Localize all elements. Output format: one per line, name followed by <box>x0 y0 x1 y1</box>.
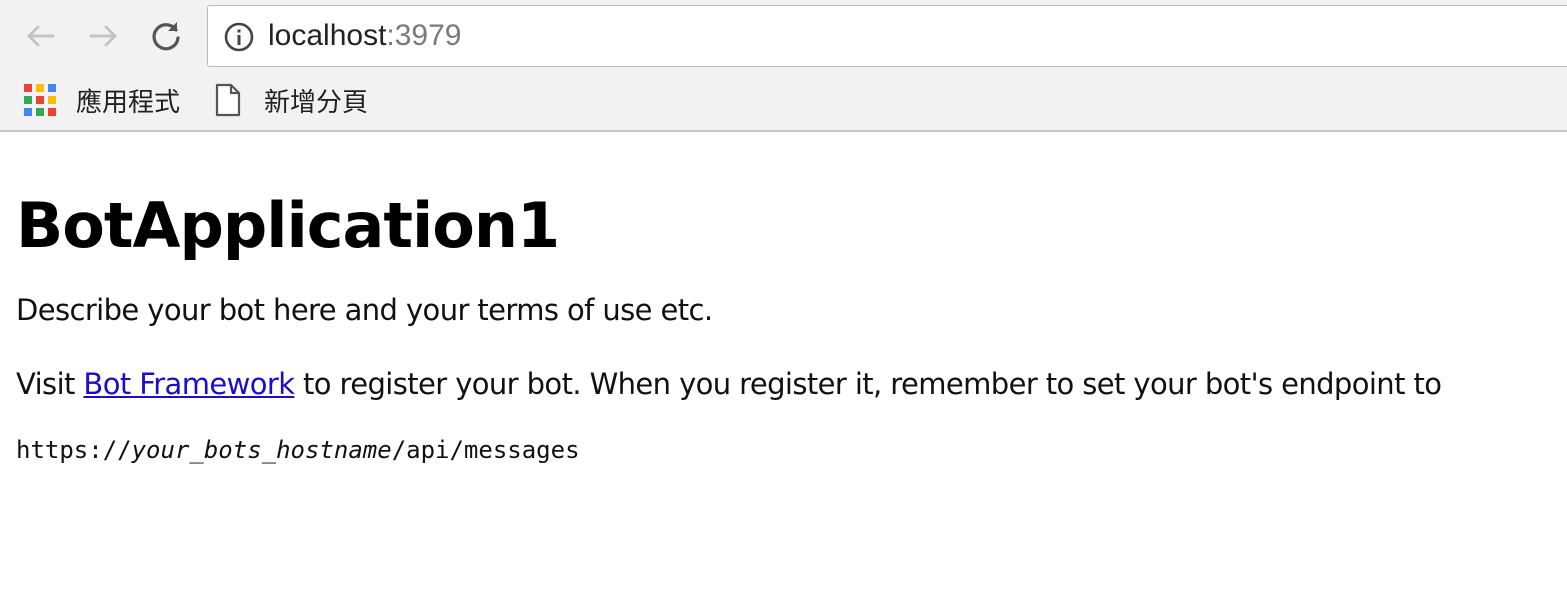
visit-prefix: Visit <box>16 367 84 401</box>
arrow-right-icon <box>89 25 117 47</box>
bookmark-label: 應用程式 <box>76 87 181 118</box>
endpoint-prefix: https:// <box>16 436 132 464</box>
reload-button[interactable] <box>144 14 188 58</box>
forward-button[interactable] <box>82 14 126 58</box>
url-host: localhost <box>268 19 387 52</box>
endpoint-code: https://your_bots_hostname/api/messages <box>16 434 1556 466</box>
bookmark-apps[interactable]: 應用程式 <box>24 80 180 120</box>
visit-suffix: to register your bot. When you register … <box>294 367 1442 401</box>
page-content: BotApplication1 Describe your bot here a… <box>16 134 1556 466</box>
browser-toolbar: localhost:3979 應用程式 新增分頁 <box>0 0 1567 132</box>
bookmark-new-tab[interactable]: 新增分頁 <box>214 80 368 120</box>
url-text[interactable]: localhost:3979 <box>268 18 461 54</box>
bookmark-label: 新增分頁 <box>264 87 369 118</box>
arrow-left-icon <box>27 25 55 47</box>
url-port: :3979 <box>386 19 462 52</box>
back-button[interactable] <box>18 14 62 58</box>
page-icon <box>215 83 241 117</box>
endpoint-suffix: /api/messages <box>391 436 580 464</box>
page-title: BotApplication1 <box>16 189 560 262</box>
reload-icon <box>152 22 180 51</box>
info-circle-icon[interactable] <box>223 21 255 53</box>
description-text: Describe your bot here and your terms of… <box>16 293 713 327</box>
apps-grid-icon <box>24 84 56 116</box>
bot-framework-link[interactable]: Bot Framework <box>83 367 295 401</box>
address-bar[interactable]: localhost:3979 <box>207 5 1567 67</box>
endpoint-variable: your_bots_hostname <box>131 436 392 464</box>
visit-paragraph: Visit Bot Framework to register your bot… <box>16 366 1556 402</box>
